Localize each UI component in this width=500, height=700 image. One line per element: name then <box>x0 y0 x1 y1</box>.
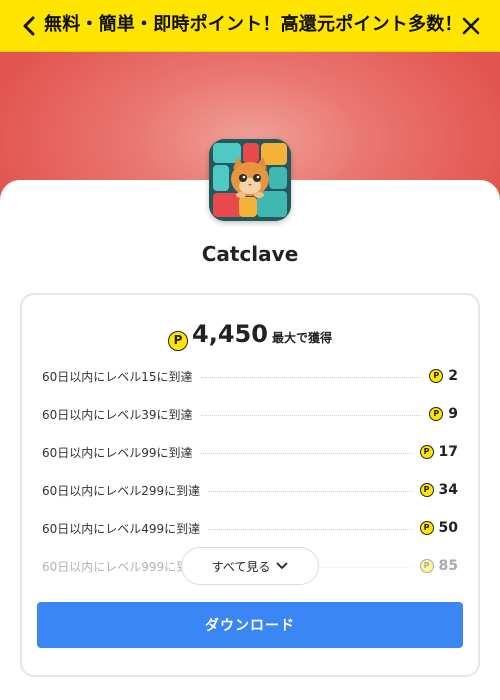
dotted-leader <box>208 490 412 492</box>
back-button[interactable] <box>16 12 42 40</box>
task-label: 60日以内にレベル15に到達 <box>42 369 193 384</box>
task-row: 60日以内にレベル299に到達 P 34 <box>42 480 458 500</box>
task-points: 2 <box>448 368 458 384</box>
task-row: 60日以内にレベル499に到達 P 50 <box>42 518 458 538</box>
download-label: ダウンロード <box>205 618 295 634</box>
dotted-leader <box>208 528 412 530</box>
point-coin-icon: P <box>419 521 434 535</box>
dotted-leader <box>200 452 412 454</box>
app-name: Catclave <box>201 242 299 266</box>
task-points: 17 <box>438 444 458 460</box>
task-points: 34 <box>438 482 458 498</box>
point-coin-icon: P <box>429 407 444 421</box>
task-points: 50 <box>438 520 458 536</box>
dotted-leader <box>200 414 422 416</box>
total-points: 4,450 <box>192 320 268 348</box>
task-label: 60日以内にレベル999に到達 <box>42 559 201 574</box>
task-label: 60日以内にレベル499に到達 <box>42 521 201 536</box>
close-icon <box>462 17 480 35</box>
dotted-leader <box>200 376 422 378</box>
page: 無料・簡単・即時ポイント！高還元ポイント多数！ Catclave P 4,450… <box>0 0 500 700</box>
point-coin-icon: P <box>168 331 189 351</box>
download-button[interactable]: ダウンロード <box>37 602 463 648</box>
task-points: 85 <box>438 558 458 574</box>
task-points: 9 <box>448 406 458 422</box>
cat-puzzle-icon <box>209 139 291 221</box>
point-coin-icon: P <box>419 559 434 573</box>
point-coin-icon: P <box>419 445 434 459</box>
point-coin-icon: P <box>429 369 444 383</box>
task-row: 60日以内にレベル39に到達 P 9 <box>42 404 458 424</box>
see-all-button[interactable]: すべて見る <box>181 547 319 585</box>
task-row: 60日以内にレベル99に到達 P 17 <box>42 442 458 462</box>
page-title: 無料・簡単・即時ポイント！高還元ポイント多数！ <box>44 14 463 35</box>
total-suffix: 最大で獲得 <box>271 331 332 345</box>
task-label: 60日以内にレベル99に到達 <box>42 445 193 460</box>
close-button[interactable] <box>458 12 484 40</box>
task-row: 60日以内にレベル15に到達 P 2 <box>42 366 458 386</box>
chevron-down-icon <box>276 562 288 570</box>
total-reward: P 4,450 最大で獲得 <box>0 320 500 351</box>
top-bar: 無料・簡単・即時ポイント！高還元ポイント多数！ <box>0 0 500 52</box>
task-label: 60日以内にレベル39に到達 <box>42 407 193 422</box>
see-all-label: すべて見る <box>211 559 271 574</box>
point-coin-icon: P <box>419 483 434 497</box>
task-label: 60日以内にレベル299に到達 <box>42 483 201 498</box>
app-icon <box>209 139 291 221</box>
chevron-left-icon <box>23 16 35 36</box>
